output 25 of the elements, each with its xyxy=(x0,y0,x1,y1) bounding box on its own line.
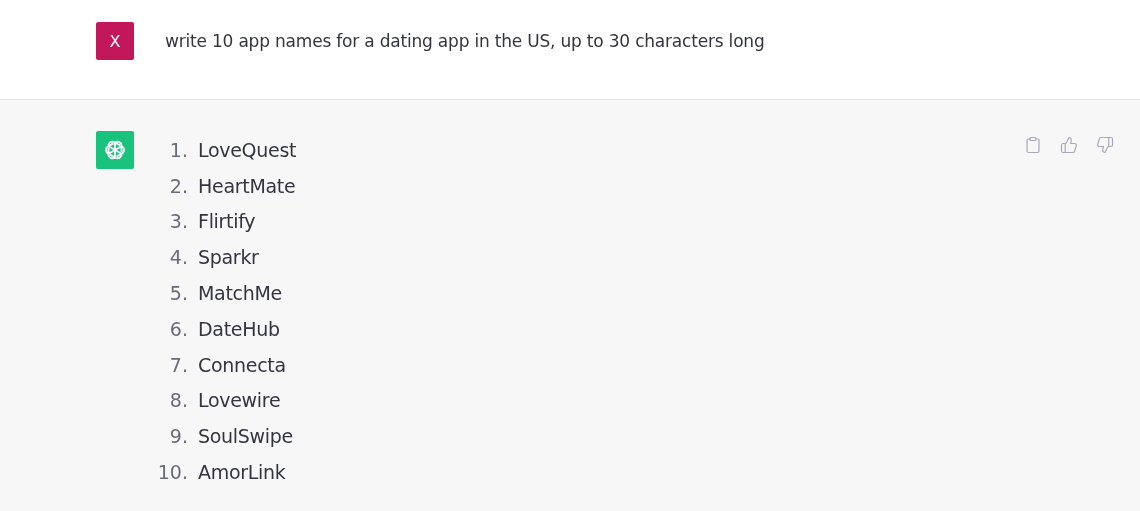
app-name: SoulSwipe xyxy=(198,425,293,448)
list-number: 1. xyxy=(168,138,188,161)
app-name: Connecta xyxy=(198,353,286,376)
thumbs-up-icon[interactable] xyxy=(1060,136,1078,156)
user-message: write 10 app names for a dating app in the US, up to 30 characters long xyxy=(165,30,765,53)
app-name: LoveQuest xyxy=(198,138,297,161)
list-number: 6. xyxy=(168,317,188,340)
app-name: DateHub xyxy=(198,317,280,340)
app-name: HeartMate xyxy=(198,174,296,197)
list-number: 10. xyxy=(156,461,188,484)
app-name: Sparkr xyxy=(198,246,259,269)
app-name: Lovewire xyxy=(198,389,281,412)
copy-icon[interactable] xyxy=(1024,136,1042,156)
list-number: 2. xyxy=(168,174,188,197)
list-number: 5. xyxy=(168,282,188,305)
app-name: Flirtify xyxy=(198,210,256,233)
list-number: 4. xyxy=(168,246,188,269)
user-avatar: X xyxy=(96,22,134,60)
list-number: 7. xyxy=(168,353,188,376)
list-number: 9. xyxy=(168,425,188,448)
app-name: AmorLink xyxy=(198,461,286,484)
app-name: MatchMe xyxy=(198,282,282,305)
list-number: 8. xyxy=(168,389,188,412)
thumbs-down-icon[interactable] xyxy=(1096,136,1114,156)
list-number: 3. xyxy=(168,210,188,233)
